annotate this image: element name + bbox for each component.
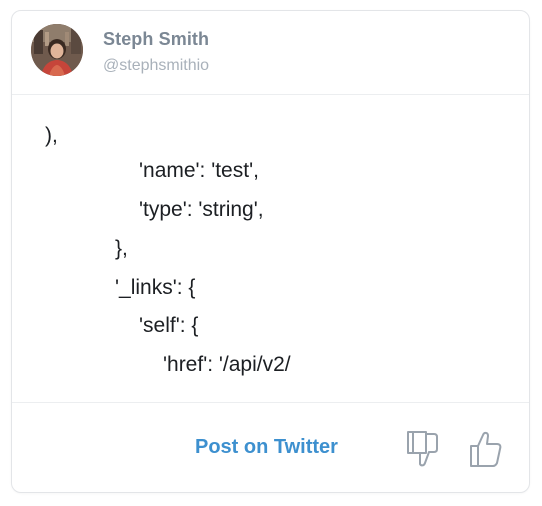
thumbs-down-button[interactable] [405,429,441,469]
author-name[interactable]: Steph Smith [103,29,209,50]
post-on-twitter-link[interactable]: Post on Twitter [195,436,338,459]
thumbs-down-icon [407,431,438,467]
tweet-header: Steph Smith @stephsmithio [12,11,529,95]
content-line: 'name': 'test', [139,159,259,182]
thumbs-up-button[interactable] [468,429,504,469]
content-line: 'type': 'string', [139,198,264,221]
content-line: '_links': { [115,276,196,299]
content-line: 'self': { [139,314,199,337]
tweet-content: ), 'name': 'test', 'type': 'string', }, … [12,95,529,401]
content-line: 'href': '/api/v2/ [163,353,291,376]
author-handle[interactable]: @stephsmithio [103,57,209,75]
avatar[interactable] [31,24,83,76]
thumbs-up-icon [470,431,502,467]
tweet-card: Steph Smith @stephsmithio ), 'name': 'te… [11,10,530,493]
tweet-footer: Post on Twitter [12,402,529,493]
content-line: ), [45,124,58,147]
content-line: }, [115,237,128,260]
